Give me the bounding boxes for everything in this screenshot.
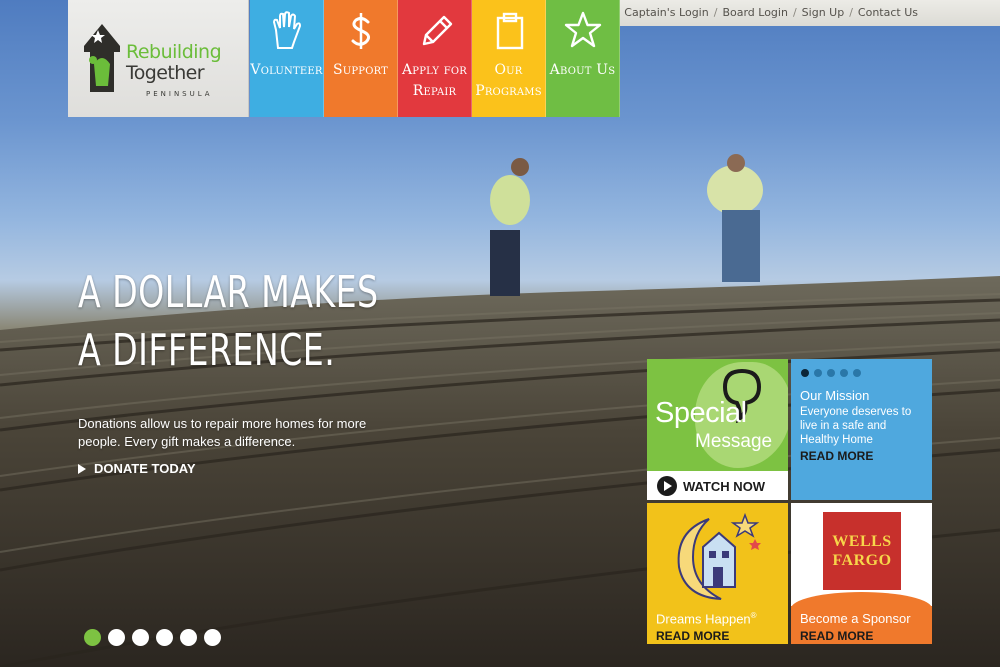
mission-title: Our Mission [800, 388, 870, 403]
nav-apply-for-repair[interactable]: Apply for Repair [398, 0, 472, 117]
dreams-moon-house-icon [677, 512, 761, 600]
play-icon [657, 476, 677, 496]
dreams-label: Dreams Happen® [656, 611, 757, 626]
donate-label: DONATE TODAY [94, 461, 196, 476]
nav-volunteer-label: Volunteer [250, 62, 323, 78]
nav-apply-label: Apply for Repair [401, 62, 468, 99]
mission-body: Everyone deserves to live in a safe and … [800, 406, 912, 446]
hero-headline: A dollar makes a difference. [78, 267, 379, 376]
dreams-read-more[interactable]: READ MORE [656, 629, 729, 643]
wells-fargo-logo-line2: FARGO [832, 552, 892, 569]
nav-support[interactable]: Support [324, 0, 398, 117]
contact-us-link[interactable]: Contact Us [858, 6, 918, 19]
nav-about-us[interactable]: About Us [546, 0, 620, 117]
play-triangle-icon [78, 463, 86, 474]
mission-dot[interactable] [801, 369, 809, 377]
dreams-label-text: Dreams Happen [656, 611, 751, 627]
clipboard-icon [496, 12, 524, 50]
pencil-icon [422, 15, 453, 46]
nav-about-label: About Us [549, 62, 616, 78]
utility-links: Captain's Login / Board Login / Sign Up … [624, 6, 918, 19]
house-icon [84, 24, 120, 92]
captains-login-link[interactable]: Captain's Login [624, 6, 708, 19]
slider-dot[interactable] [204, 629, 221, 646]
board-login-link[interactable]: Board Login [722, 6, 788, 19]
separator: / [792, 6, 797, 19]
nav-our-programs[interactable]: Our Programs [472, 0, 546, 117]
sponsor-read-more[interactable]: READ MORE [800, 629, 873, 643]
mission-dot[interactable] [827, 369, 835, 377]
donate-today-link[interactable]: DONATE TODAY [78, 461, 196, 476]
slider-dot[interactable] [84, 629, 101, 646]
mission-read-more[interactable]: READ MORE [800, 449, 922, 463]
hand-icon [272, 11, 302, 49]
main-navigation: Volunteer Support Apply for Repair Our P… [250, 0, 620, 117]
wells-fargo-logo-line1: WELLS [832, 533, 892, 550]
mission-tile[interactable]: Our Mission Everyone deserves to live in… [791, 359, 932, 500]
dollar-icon [351, 13, 371, 49]
top-utility-bar: Captain's Login / Board Login / Sign Up … [618, 0, 1000, 26]
special-title: Special [655, 397, 747, 429]
sign-up-link[interactable]: Sign Up [802, 6, 845, 19]
logo-wordmark-line3: PENINSULA [146, 90, 213, 98]
site-logo[interactable]: Rebuilding Together PENINSULA [68, 0, 249, 117]
sponsor-tile[interactable]: WELLS FARGO Become a Sponsor READ MORE [791, 503, 932, 644]
feature-tiles: Special Message WATCH NOW Our Mission Ev… [647, 359, 933, 645]
nav-support-label: Support [332, 62, 389, 78]
special-message-tile[interactable]: Special Message WATCH NOW [647, 359, 788, 500]
mission-slider-dots [801, 369, 861, 377]
watch-now-button[interactable]: WATCH NOW [657, 476, 765, 496]
dreams-happen-tile[interactable]: Dreams Happen® READ MORE [647, 503, 788, 644]
nav-volunteer[interactable]: Volunteer [250, 0, 324, 117]
mission-dot[interactable] [853, 369, 861, 377]
sponsor-label: Become a Sponsor [800, 611, 911, 626]
mission-dot[interactable] [814, 369, 822, 377]
special-subtitle: Message [695, 431, 773, 452]
nav-programs-label: Our Programs [475, 62, 542, 99]
watch-now-label: WATCH NOW [683, 478, 766, 494]
slider-dot[interactable] [156, 629, 173, 646]
slider-dot[interactable] [108, 629, 125, 646]
separator: / [849, 6, 853, 19]
slider-dot[interactable] [180, 629, 197, 646]
separator: / [713, 6, 718, 19]
registered-mark: ® [750, 611, 757, 620]
hero-slider-dots [84, 629, 221, 646]
worker-figures [490, 154, 763, 296]
hero-subtext: Donations allow us to repair more homes … [78, 416, 367, 449]
star-icon [564, 11, 602, 48]
wells-fargo-logo: WELLS FARGO [823, 512, 901, 590]
mission-dot[interactable] [840, 369, 848, 377]
slider-dot[interactable] [132, 629, 149, 646]
logo-wordmark-line1: Rebuilding [126, 41, 222, 63]
logo-wordmark-line2: Together [126, 62, 205, 84]
